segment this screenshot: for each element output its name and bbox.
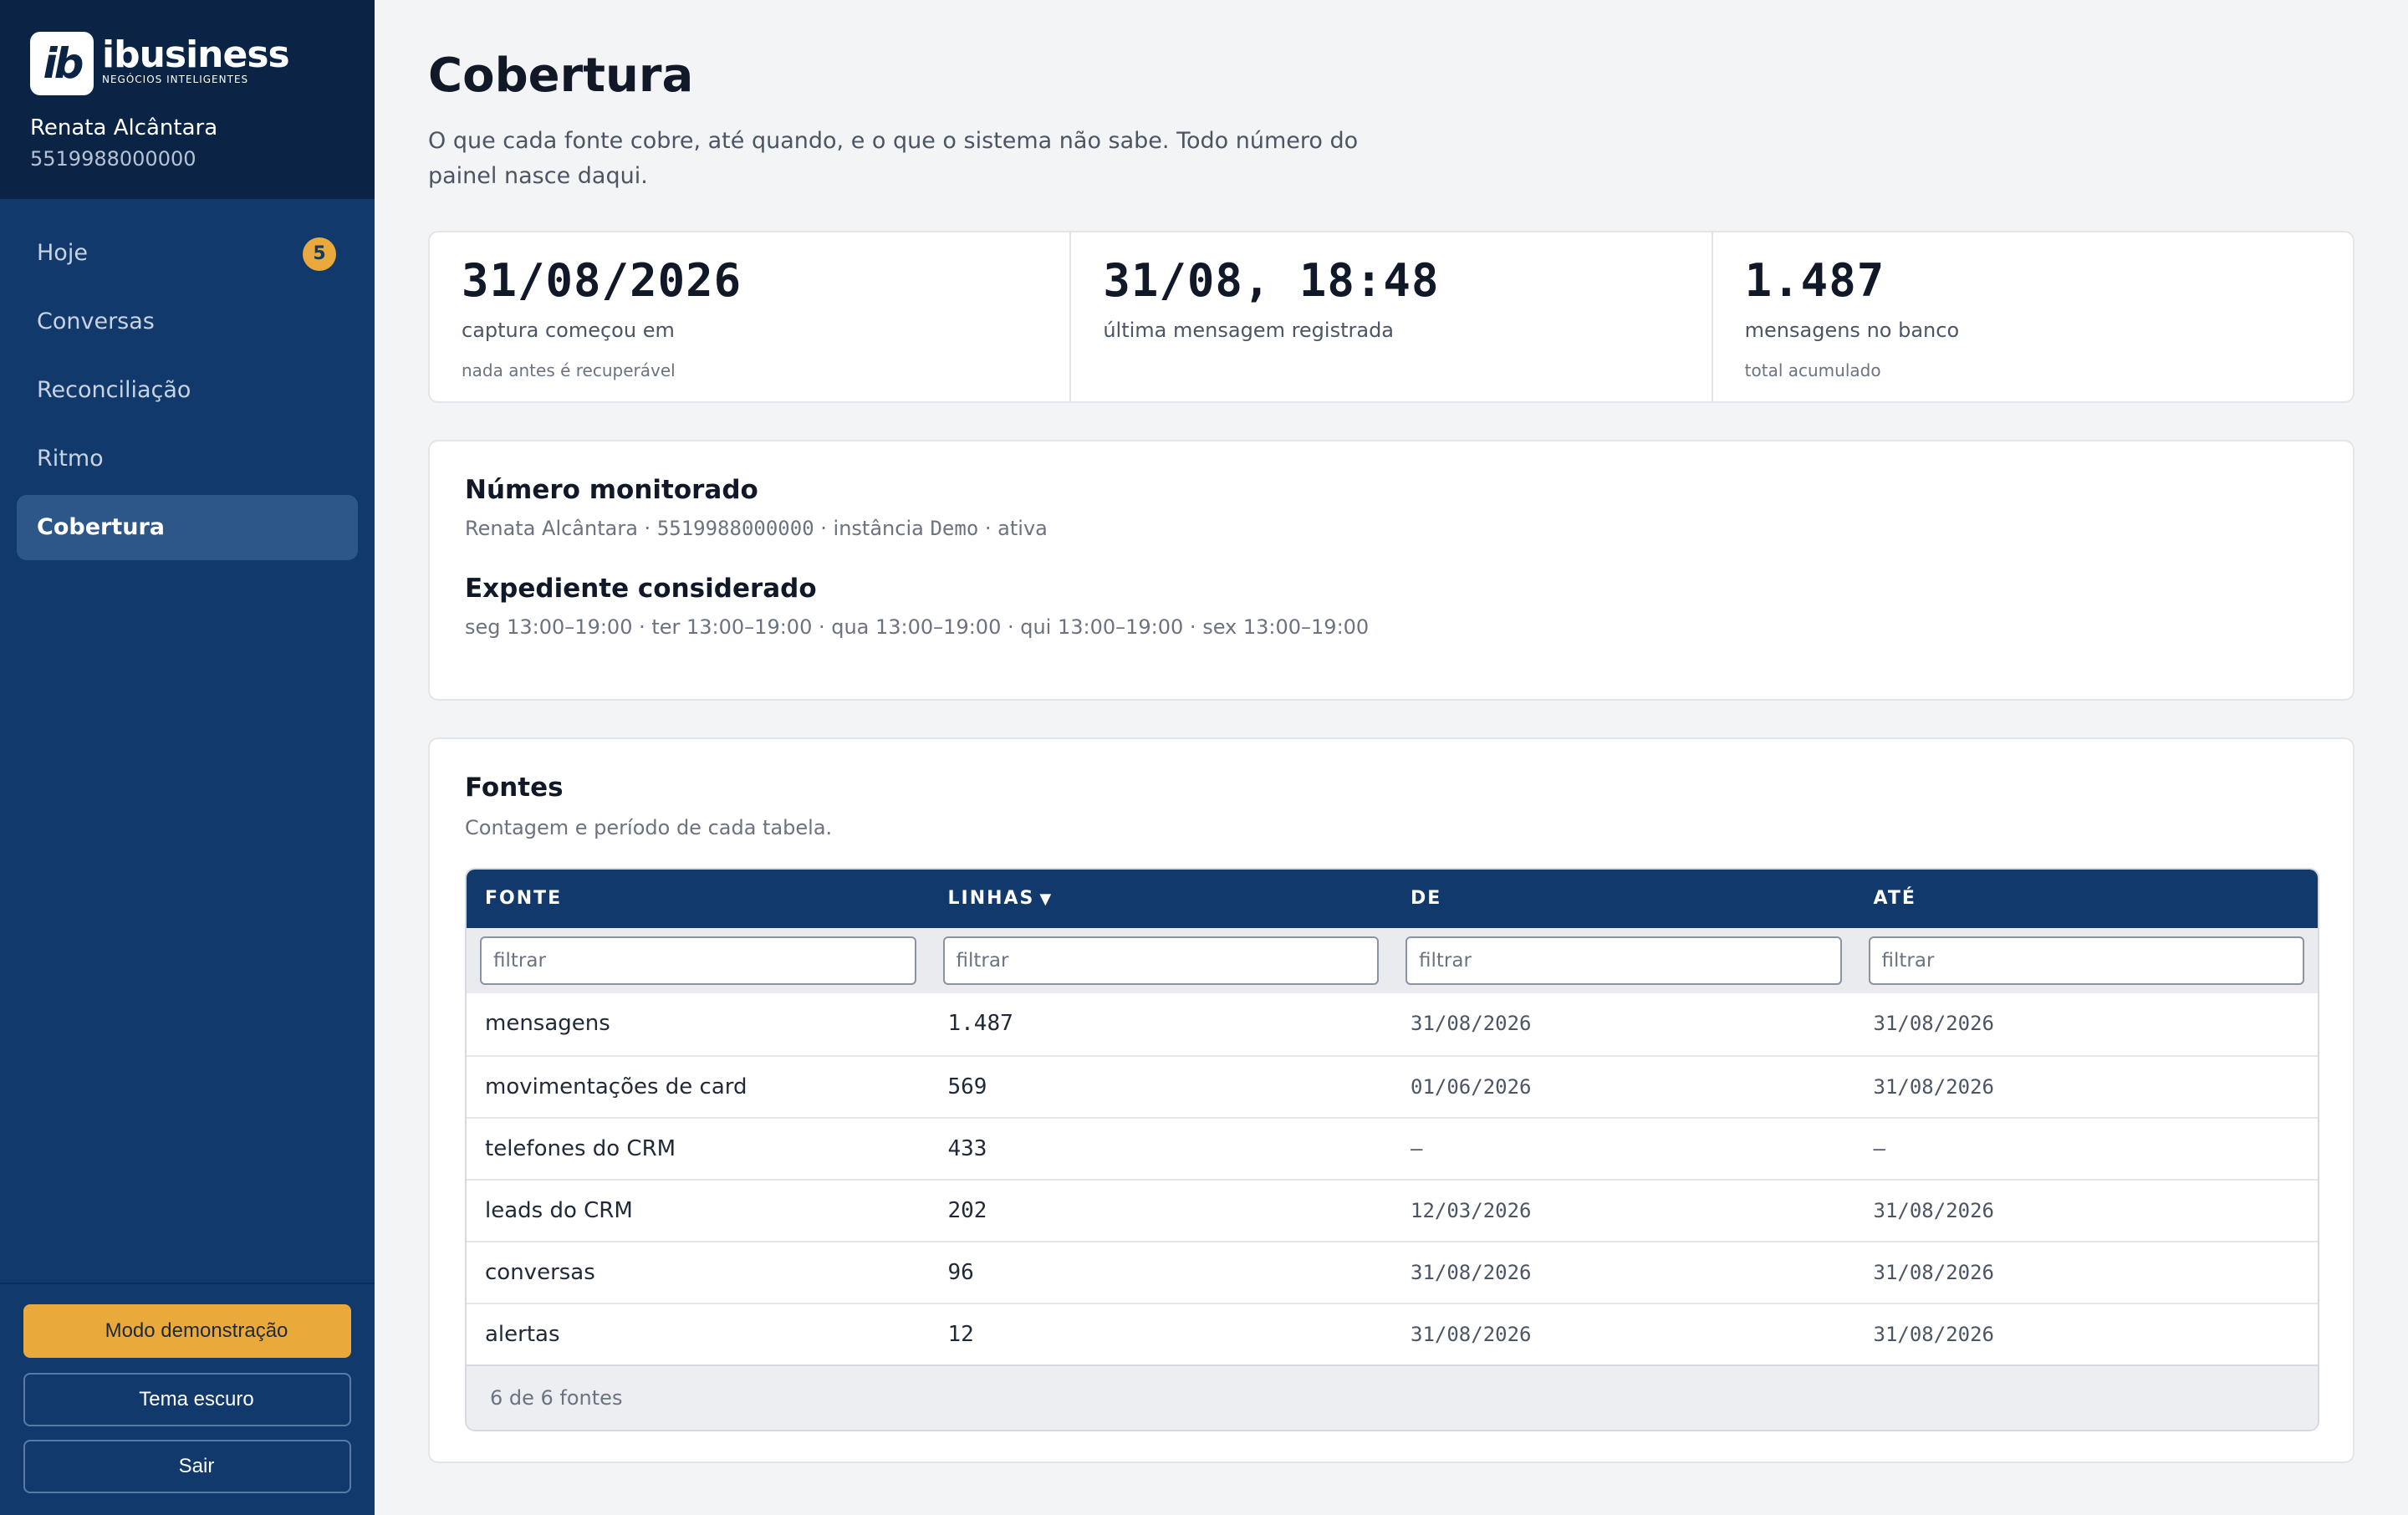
sources-title: Fontes — [465, 773, 564, 803]
cell-fonte: movimentações de card — [485, 1074, 747, 1099]
cell-linhas: 12 — [947, 1322, 974, 1347]
filter-ate-input[interactable] — [1868, 936, 2304, 985]
brand-name: ibusiness — [102, 33, 290, 76]
stat-note: nada antes é recuperável — [462, 360, 676, 380]
instance-status: ativa — [997, 517, 1048, 540]
column-header-fonte[interactable]: FONTE — [467, 870, 930, 928]
cell-linhas: 433 — [947, 1136, 987, 1161]
page-subtitle: O que cada fonte cobre, até quando, e o … — [428, 128, 1359, 189]
dark-theme-button[interactable]: Tema escuro — [23, 1373, 351, 1426]
stat-value: 1.487 — [1744, 254, 1885, 307]
stat-capture-start: 31/08/2026 captura começou em nada antes… — [430, 232, 1072, 401]
sidebar-divider — [0, 1283, 375, 1284]
monitored-phone: 5519988000000 — [656, 517, 814, 540]
brand-tagline: NEGÓCIOS INTELIGENTES — [102, 74, 249, 85]
table-row: telefones do CRM 433 – – — [467, 1117, 2318, 1179]
logout-button[interactable]: Sair — [23, 1440, 351, 1493]
cell-linhas: 1.487 — [947, 1011, 1013, 1036]
column-header-linhas[interactable]: LINHAS ▼ — [930, 870, 1393, 928]
cell-ate: 31/08/2026 — [1873, 1323, 1995, 1346]
cell-ate: 31/08/2026 — [1873, 1199, 1995, 1222]
stat-label: mensagens no banco — [1744, 319, 1960, 342]
filter-fonte-input[interactable] — [480, 936, 916, 985]
cell-ate: 31/08/2026 — [1873, 1012, 1995, 1035]
filter-linhas-input[interactable] — [942, 936, 1379, 985]
page-title: Cobertura — [428, 48, 694, 103]
monitoring-card: Número monitorado Renata Alcântara · 551… — [428, 440, 2354, 701]
cell-ate: 31/08/2026 — [1873, 1261, 1995, 1284]
cell-linhas: 569 — [947, 1074, 987, 1099]
sidebar-item-label: Hoje — [37, 240, 88, 266]
sidebar-nav: Hoje 5 Conversas Reconciliação Ritmo Cob… — [17, 221, 358, 564]
sources-card: Fontes Contagem e período de cada tabela… — [428, 737, 2354, 1463]
cell-linhas: 96 — [947, 1260, 974, 1285]
table-row: mensagens 1.487 31/08/2026 31/08/2026 — [467, 993, 2318, 1055]
monitored-number-title: Número monitorado — [465, 475, 758, 505]
stat-value: 31/08, 18:48 — [1103, 254, 1440, 307]
sidebar-item-reconciliacao[interactable]: Reconciliação — [17, 358, 358, 423]
stat-value: 31/08/2026 — [462, 254, 742, 307]
cell-linhas: 202 — [947, 1198, 987, 1223]
cell-fonte: conversas — [485, 1260, 595, 1285]
stat-label: última mensagem registrada — [1103, 319, 1395, 342]
schedule-text: seg 13:00–19:00 · ter 13:00–19:00 · qua … — [465, 615, 1370, 639]
sidebar-item-label: Reconciliação — [37, 377, 191, 403]
cell-ate: 31/08/2026 — [1873, 1075, 1995, 1099]
sidebar-item-conversas[interactable]: Conversas — [17, 289, 358, 355]
filter-de-input[interactable] — [1406, 936, 1842, 985]
sort-desc-icon: ▼ — [1039, 890, 1054, 908]
table-row: leads do CRM 202 12/03/2026 31/08/2026 — [467, 1179, 2318, 1241]
sidebar-item-label: Ritmo — [37, 446, 104, 472]
sidebar-item-cobertura[interactable]: Cobertura — [17, 495, 358, 560]
stat-label: captura começou em — [462, 319, 675, 342]
stat-last-message: 31/08, 18:48 última mensagem registrada — [1071, 232, 1713, 401]
table-header: FONTE LINHAS ▼ DE ATÉ — [467, 870, 2318, 928]
user-name: Renata Alcântara — [30, 115, 218, 140]
table-row: movimentações de card 569 01/06/2026 31/… — [467, 1055, 2318, 1117]
cell-fonte: telefones do CRM — [485, 1136, 676, 1161]
sidebar-item-label: Conversas — [37, 309, 155, 334]
cell-fonte: leads do CRM — [485, 1198, 633, 1223]
cell-fonte: mensagens — [485, 1011, 610, 1036]
cell-de: 31/08/2026 — [1411, 1012, 1532, 1035]
table-body: mensagens 1.487 31/08/2026 31/08/2026 mo… — [467, 993, 2318, 1365]
sources-table: FONTE LINHAS▼ DE ATÉ mensagens 1.487 31/… — [465, 868, 2319, 1431]
stats-card: 31/08/2026 captura começou em nada antes… — [428, 231, 2354, 403]
demo-mode-button[interactable]: Modo demonstração — [23, 1304, 351, 1358]
instance-name: Demo — [930, 517, 979, 540]
cell-de: 31/08/2026 — [1411, 1261, 1532, 1284]
cell-de: 31/08/2026 — [1411, 1323, 1532, 1346]
instance-prefix: instância — [833, 517, 924, 540]
sources-subtitle: Contagem e período de cada tabela. — [465, 816, 833, 839]
table-footer-count: 6 de 6 fontes — [467, 1365, 2318, 1430]
table-row: conversas 96 31/08/2026 31/08/2026 — [467, 1241, 2318, 1303]
stat-message-count: 1.487 mensagens no banco total acumulado — [1713, 232, 2353, 401]
cell-fonte: alertas — [485, 1322, 560, 1347]
monitored-name: Renata Alcântara — [465, 517, 638, 540]
column-header-de[interactable]: DE — [1392, 870, 1855, 928]
logo-icon: ib — [30, 32, 94, 95]
schedule-title: Expediente considerado — [465, 574, 817, 604]
table-filters — [467, 928, 2318, 993]
sidebar-header: ib ibusiness NEGÓCIOS INTELIGENTES Renat… — [0, 0, 375, 199]
cell-de: 12/03/2026 — [1411, 1199, 1532, 1222]
monitored-number-details: Renata Alcântara · 5519988000000 · instâ… — [465, 517, 1048, 540]
notification-badge: 5 — [303, 237, 336, 271]
cell-de: 01/06/2026 — [1411, 1075, 1532, 1099]
cell-de: – — [1411, 1137, 1423, 1160]
sidebar-item-label: Cobertura — [37, 514, 165, 540]
cell-ate: – — [1873, 1137, 1885, 1160]
sidebar-item-ritmo[interactable]: Ritmo — [17, 426, 358, 492]
sidebar-item-hoje[interactable]: Hoje 5 — [17, 221, 358, 286]
sidebar: ib ibusiness NEGÓCIOS INTELIGENTES Renat… — [0, 0, 375, 1515]
stat-note: total acumulado — [1744, 360, 1881, 380]
user-phone: 5519988000000 — [30, 147, 196, 171]
column-header-ate[interactable]: ATÉ — [1855, 870, 2319, 928]
table-row: alertas 12 31/08/2026 31/08/2026 — [467, 1303, 2318, 1365]
